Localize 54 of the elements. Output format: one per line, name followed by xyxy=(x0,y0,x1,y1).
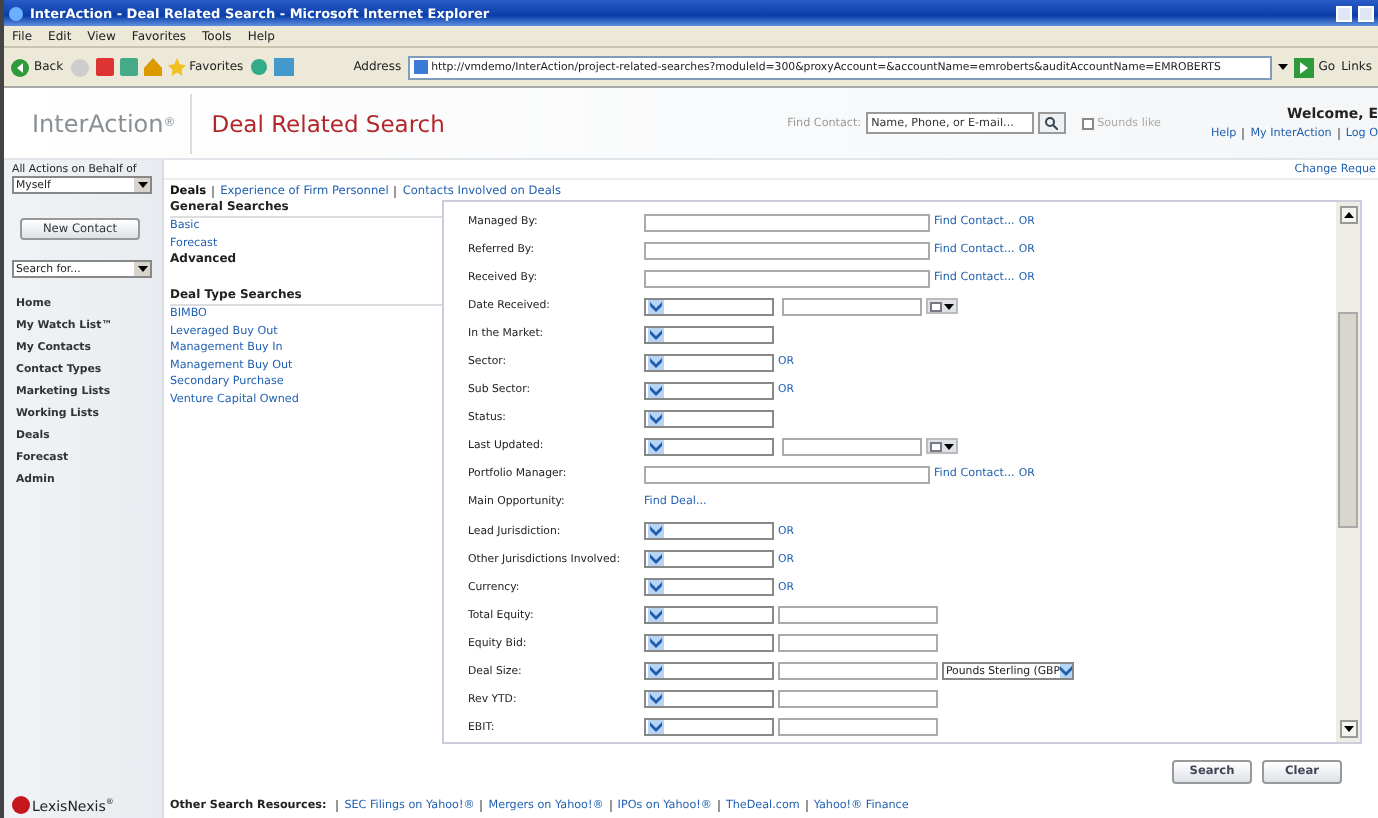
date-select[interactable] xyxy=(644,437,774,456)
date-field[interactable] xyxy=(782,437,922,456)
go-arrow-icon xyxy=(1294,57,1315,77)
home-icon[interactable] xyxy=(143,58,162,76)
minimize-icon[interactable] xyxy=(1336,5,1352,21)
scroll-down-button[interactable] xyxy=(1339,720,1357,738)
date-field[interactable] xyxy=(782,297,922,316)
calendar-icon xyxy=(930,301,942,312)
search-button[interactable] xyxy=(1037,112,1066,134)
dropdown-field[interactable] xyxy=(644,550,774,569)
amount-field[interactable] xyxy=(778,718,938,737)
app-logo: InterAction$^{®}$ xyxy=(4,93,192,153)
dropdown-field[interactable] xyxy=(644,409,774,428)
dropdown-arrow-icon[interactable] xyxy=(1059,664,1072,679)
date-select[interactable] xyxy=(644,297,774,316)
search-icon xyxy=(1044,116,1059,130)
dropdown-field[interactable] xyxy=(644,353,774,372)
calendar-button[interactable] xyxy=(926,438,958,455)
maximize-icon[interactable] xyxy=(1358,5,1374,21)
caret-icon xyxy=(944,303,954,310)
page-icon xyxy=(413,60,428,74)
calendar-button[interactable] xyxy=(926,298,958,315)
calendar-icon xyxy=(930,441,942,452)
dropdown-field[interactable] xyxy=(644,522,774,541)
amount-field[interactable] xyxy=(778,662,938,681)
down-arrow-icon xyxy=(1343,726,1353,732)
text-field[interactable] xyxy=(644,269,930,288)
amount-field[interactable] xyxy=(778,690,938,709)
operator-select[interactable] xyxy=(644,634,774,653)
operator-select[interactable] xyxy=(644,662,774,681)
dropdown-arrow-icon[interactable] xyxy=(134,178,150,192)
scroll-up-button[interactable] xyxy=(1339,206,1357,224)
amount-field[interactable] xyxy=(778,606,938,625)
page-title: Deal Related Search xyxy=(209,109,447,137)
caret-icon xyxy=(944,443,954,450)
text-field[interactable] xyxy=(644,241,930,260)
sounds-like-checkbox[interactable] xyxy=(1081,117,1094,129)
operator-select[interactable] xyxy=(644,690,774,709)
stop-icon[interactable] xyxy=(95,58,114,76)
scroll-thumb[interactable] xyxy=(1338,312,1358,528)
text-field[interactable] xyxy=(644,465,930,484)
star-icon xyxy=(167,58,186,76)
browser-icon xyxy=(8,5,24,21)
dropdown-field[interactable] xyxy=(644,578,774,597)
dropdown-field[interactable] xyxy=(644,381,774,400)
up-arrow-icon xyxy=(1343,212,1353,218)
address-dropdown-icon[interactable] xyxy=(1278,64,1289,70)
operator-select[interactable] xyxy=(644,718,774,737)
dropdown-arrow-icon[interactable] xyxy=(134,262,150,276)
text-field[interactable] xyxy=(644,213,930,232)
dropdown-field[interactable] xyxy=(644,325,774,344)
operator-select[interactable] xyxy=(644,606,774,625)
scrollbar[interactable] xyxy=(1336,202,1360,742)
amount-field[interactable] xyxy=(778,634,938,653)
